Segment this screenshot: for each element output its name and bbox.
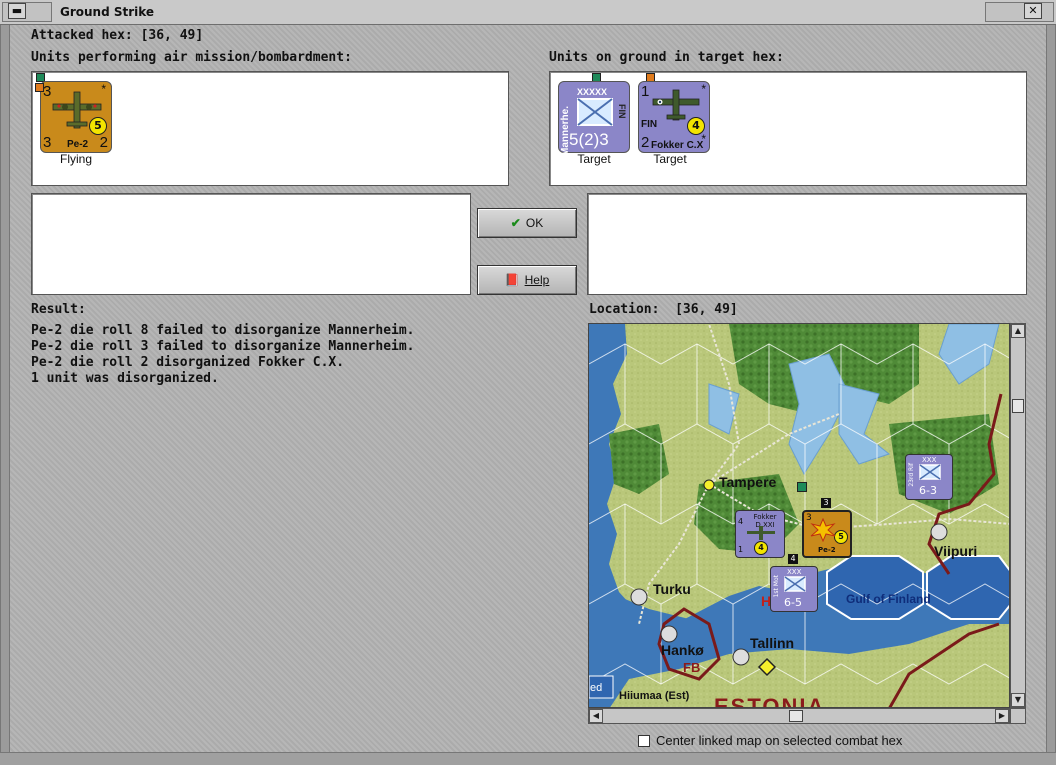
location-map[interactable]: Tampere Turku Viipuri Hankø FB Tallinn G…	[588, 323, 1010, 708]
center-linked-map-checkbox[interactable]	[638, 735, 650, 747]
attacker-info-panel	[31, 193, 471, 295]
map-counter-army-2[interactable]: XXX 23rd Rif 6-3	[905, 454, 953, 500]
vertical-scroll-thumb[interactable]	[1012, 399, 1024, 413]
stack-count-badge: 3	[821, 498, 831, 508]
air-units-panel: 3 * 5 3 Pe-2 2 Flying	[31, 71, 509, 186]
explosion-icon	[810, 518, 836, 542]
map-label-hanko: Hankø	[661, 642, 704, 658]
result-line: 1 unit was disorganized.	[31, 371, 219, 386]
map-label-estonia: ESTONIA	[714, 694, 826, 708]
map-counter-army-1[interactable]: XXX 1st Mot 6-5	[770, 566, 818, 612]
close-window-button[interactable]: ✕	[1024, 3, 1042, 19]
port-icon	[930, 523, 948, 541]
result-line: Pe-2 die roll 8 failed to disorganize Ma…	[31, 323, 415, 338]
gulf-hex	[926, 555, 1009, 620]
help-button[interactable]: 📕 Help	[477, 265, 577, 295]
result-line: Pe-2 die roll 3 failed to disorganize Ma…	[31, 339, 415, 354]
defender-info-panel	[587, 193, 1027, 295]
window-title: Ground Strike	[60, 5, 155, 19]
ground-unit-counter-mannerheim[interactable]: Mannerhe. XXXXX FIN 5(2)3	[558, 81, 630, 156]
ground-unit-counter-fokker[interactable]: 1 * FIN 4 2 Fokker C.X *	[638, 81, 710, 153]
gulf-hex	[826, 555, 924, 620]
map-label-tallinn: Tallinn	[750, 635, 795, 651]
ground-unit-status-mannerheim: Target	[577, 152, 611, 166]
map-counter-pe2[interactable]: 3 5 Pe-2	[802, 510, 852, 558]
map-vertical-scrollbar[interactable]: ▲ ▼	[1010, 323, 1026, 708]
bottom-frame	[0, 752, 1056, 765]
map-counter-fokker[interactable]: 4 Fokker D.XXI 1 4	[735, 510, 785, 558]
fighter-aircraft-icon	[747, 526, 775, 540]
ground-units-panel: Mannerhe. XXXXX FIN 5(2)3 Target 1 * FIN…	[549, 71, 1027, 186]
map-label-fb: FB	[683, 660, 701, 675]
ground-strike-window: ▬ Ground Strike ✕ Attacked hex: [36, 49]…	[0, 0, 1056, 765]
ground-units-label: Units on ground in target hex:	[549, 50, 784, 65]
attacked-hex-label: Attacked hex: [36, 49]	[31, 28, 204, 43]
status-marker-icon	[797, 482, 807, 492]
city-marker-tampere	[703, 479, 715, 491]
location-value: [36, 49]	[675, 302, 738, 317]
location-label: Location: [36, 49]	[589, 302, 738, 317]
port-icon	[630, 588, 648, 606]
help-book-icon: 📕	[504, 273, 520, 287]
scroll-left-arrow-icon[interactable]: ◀	[589, 709, 603, 723]
scroll-corner	[1010, 708, 1026, 724]
horizontal-scroll-thumb[interactable]	[789, 710, 803, 722]
center-linked-map-label: Center linked map on selected combat hex	[656, 733, 903, 748]
infantry-symbol-icon	[919, 464, 941, 480]
left-frame	[0, 25, 10, 755]
infantry-symbol-icon	[577, 98, 613, 126]
scroll-right-arrow-icon[interactable]: ▶	[995, 709, 1009, 723]
system-menu-icon[interactable]: ▬	[8, 3, 26, 19]
map-label-hiiumaa: Hiiumaa (Est)	[619, 690, 690, 702]
checkmark-icon: ✔	[510, 216, 521, 230]
map-label-tampere: Tampere	[719, 474, 777, 490]
map-horizontal-scrollbar[interactable]: ◀ ▶	[588, 708, 1010, 724]
result-label: Result:	[31, 302, 86, 317]
air-units-label: Units performing air mission/bombardment…	[31, 50, 352, 65]
scroll-down-arrow-icon[interactable]: ▼	[1011, 693, 1025, 707]
result-line: Pe-2 die roll 2 disorganized Fokker C.X.	[31, 355, 345, 370]
port-icon	[732, 648, 750, 666]
map-label-turku: Turku	[653, 581, 691, 597]
attacked-hex-value: [36, 49]	[140, 28, 204, 43]
map-label-ed: ed	[590, 682, 603, 694]
ground-unit-status-fokker: Target	[653, 152, 687, 166]
air-unit-status: Flying	[59, 152, 92, 166]
right-frame	[1046, 25, 1056, 755]
air-unit-counter-pe2[interactable]: 3 * 5 3 Pe-2 2	[35, 81, 112, 153]
scroll-up-arrow-icon[interactable]: ▲	[1011, 324, 1025, 338]
map-label-gulf: Gulf of Finland	[846, 592, 931, 606]
ok-button[interactable]: ✔ OK	[477, 208, 577, 238]
window-controls-frame	[985, 2, 1054, 22]
map-label-viipuri: Viipuri	[934, 543, 978, 559]
port-icon	[660, 625, 678, 643]
title-bar: ▬ Ground Strike ✕	[0, 0, 1056, 25]
map-terrain	[589, 324, 1009, 707]
infantry-symbol-icon	[784, 576, 806, 592]
stack-count-badge: 4	[788, 554, 798, 564]
